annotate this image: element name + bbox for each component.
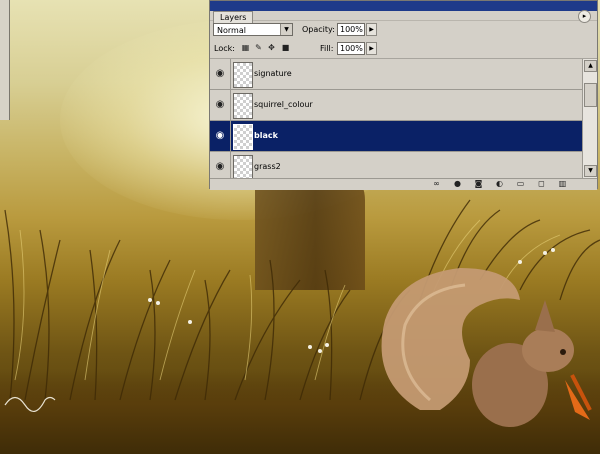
folder-icon[interactable]: ▭ <box>515 179 526 189</box>
blend-opacity-row: Normal ▼ Opacity: 100% ▶ <box>210 21 597 39</box>
fill-label: Fill: <box>320 44 334 53</box>
opacity-label: Opacity: <box>302 25 335 34</box>
layer-list: ◉ signature ◉ squirrel_colour ◉ black ◉ … <box>210 59 582 178</box>
fill-slider-arrow-icon[interactable]: ▶ <box>366 42 377 55</box>
adjustment-icon[interactable]: ◐ <box>494 179 505 189</box>
layer-row-grass2[interactable]: ◉ grass2 <box>210 152 582 178</box>
blend-mode-select[interactable]: Normal ▼ <box>213 23 293 36</box>
palette-bottom-toolbar: ∞ ● ◙ ◐ ▭ ◻ ▥ <box>210 178 597 190</box>
brush-icon[interactable]: ✎ <box>254 43 263 53</box>
eye-icon[interactable]: ◉ <box>210 59 231 89</box>
layer-name: signature <box>254 69 292 78</box>
layer-thumbnail <box>233 124 253 150</box>
chevron-down-icon[interactable]: ▼ <box>280 24 292 35</box>
fx-icon[interactable]: ● <box>452 179 463 189</box>
palette-tab-row: Layers ▸ <box>210 10 597 23</box>
move-icon[interactable]: ✥ <box>267 43 276 53</box>
opacity-input[interactable]: 100% <box>337 23 365 36</box>
eye-icon[interactable]: ◉ <box>210 90 231 120</box>
layer-row-black[interactable]: ◉ black <box>210 121 582 152</box>
layers-palette[interactable]: Layers ▸ Normal ▼ Opacity: 100% ▶ Lock: … <box>209 0 598 190</box>
eye-icon[interactable]: ◉ <box>210 152 231 178</box>
eye-icon[interactable]: ◉ <box>210 121 231 151</box>
left-panel-edge <box>0 0 10 120</box>
layer-name: black <box>254 131 278 140</box>
new-layer-icon[interactable]: ◻ <box>536 179 547 189</box>
mask-icon[interactable]: ◙ <box>473 179 484 189</box>
layer-name: squirrel_colour <box>254 100 313 109</box>
scroll-down-icon[interactable]: ▼ <box>584 165 597 177</box>
scrollbar-thumb[interactable] <box>584 83 597 107</box>
link-icon[interactable]: ∞ <box>431 179 442 189</box>
layer-row-squirrel-colour[interactable]: ◉ squirrel_colour <box>210 90 582 121</box>
layer-name: grass2 <box>254 162 281 171</box>
lock-icon[interactable]: ■ <box>281 43 290 53</box>
layer-thumbnail <box>233 93 253 119</box>
lock-transparent-icon[interactable]: ▦ <box>241 43 250 53</box>
blend-mode-value: Normal <box>217 26 246 35</box>
opacity-slider-arrow-icon[interactable]: ▶ <box>366 23 377 36</box>
scroll-up-icon[interactable]: ▲ <box>584 60 597 72</box>
lock-fill-row: Lock: ▦ ✎ ✥ ■ Fill: 100% ▶ <box>210 40 597 59</box>
layer-thumbnail <box>233 155 253 178</box>
trash-icon[interactable]: ▥ <box>557 179 568 189</box>
layer-list-scrollbar[interactable]: ▲ ▼ <box>582 59 597 178</box>
fill-input[interactable]: 100% <box>337 42 365 55</box>
lock-label: Lock: <box>214 44 235 53</box>
layer-row-signature[interactable]: ◉ signature <box>210 59 582 90</box>
palette-title-bar[interactable] <box>210 1 597 11</box>
layer-thumbnail <box>233 62 253 88</box>
